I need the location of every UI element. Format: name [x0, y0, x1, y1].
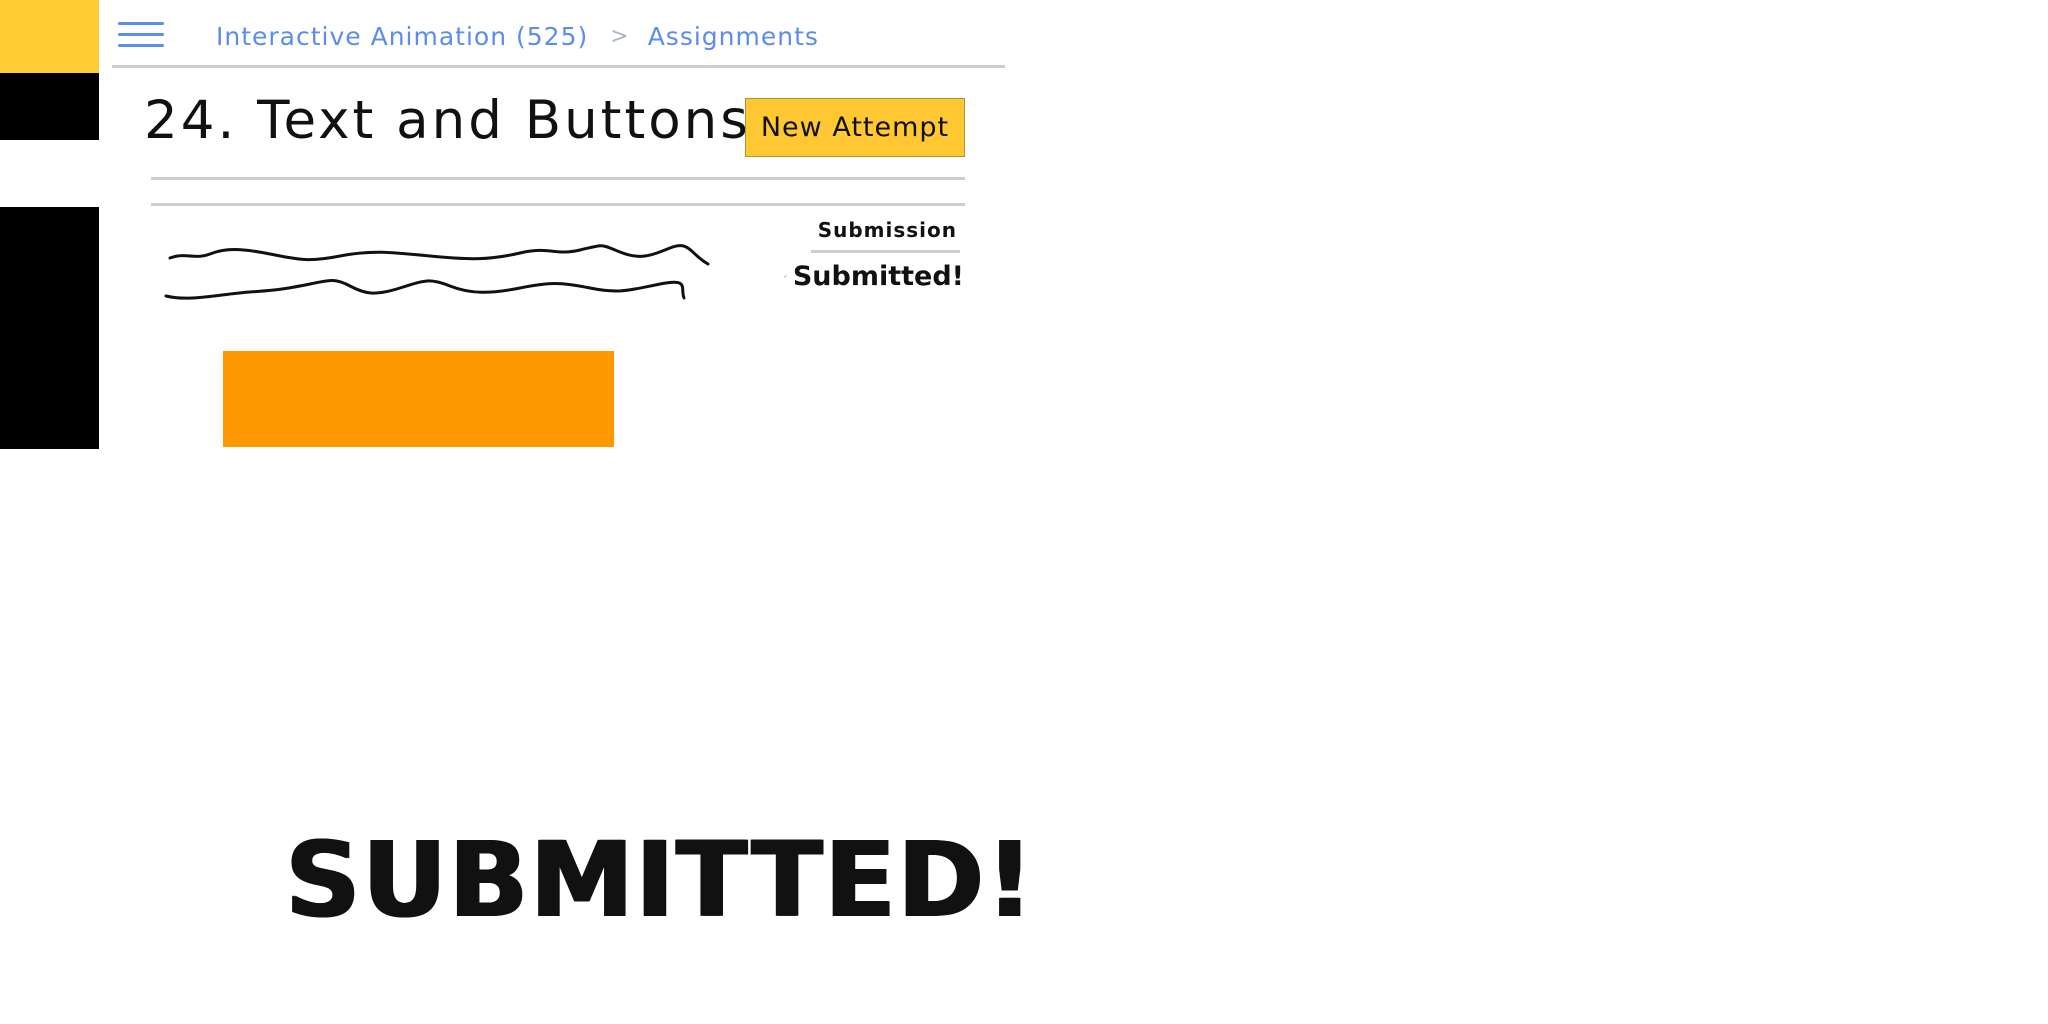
hamburger-line: [118, 33, 164, 36]
hamburger-line: [118, 22, 164, 25]
title-divider: [151, 177, 965, 180]
squiggle-line-1: [168, 244, 710, 266]
header-divider: [112, 65, 1005, 68]
page-title: 24. Text and Buttons: [144, 90, 751, 151]
placeholder-text-lines: [164, 244, 710, 300]
breadcrumb-course-link[interactable]: Interactive Animation (525): [216, 22, 588, 51]
breadcrumb: Interactive Animation (525) > Assignment…: [216, 18, 819, 54]
squiggle-line-2: [164, 279, 686, 300]
nav-item-account[interactable]: [0, 73, 99, 140]
submission-status-text: Submitted!: [792, 260, 964, 292]
hamburger-menu-icon[interactable]: [118, 20, 164, 50]
breadcrumb-assignments-link[interactable]: Assignments: [648, 22, 819, 51]
submission-status: Submitted!: [784, 256, 964, 296]
submission-heading: Submission: [817, 218, 957, 242]
content-block: [223, 351, 614, 447]
hamburger-line: [118, 44, 164, 47]
checkmark-icon: [784, 274, 787, 278]
breadcrumb-separator-icon: >: [610, 23, 630, 49]
nav-logo[interactable]: [0, 0, 99, 73]
submitted-stamp: SUBMITTED!: [285, 828, 1035, 932]
submission-divider: [811, 250, 960, 253]
content-divider: [151, 203, 965, 206]
nav-item-group[interactable]: [0, 207, 99, 449]
page: Interactive Animation (525) > Assignment…: [0, 0, 2048, 1024]
new-attempt-button[interactable]: New Attempt: [745, 98, 965, 157]
nav-item-active[interactable]: [0, 140, 99, 207]
submitted-stamp-text: SUBMITTED!: [285, 819, 1035, 941]
